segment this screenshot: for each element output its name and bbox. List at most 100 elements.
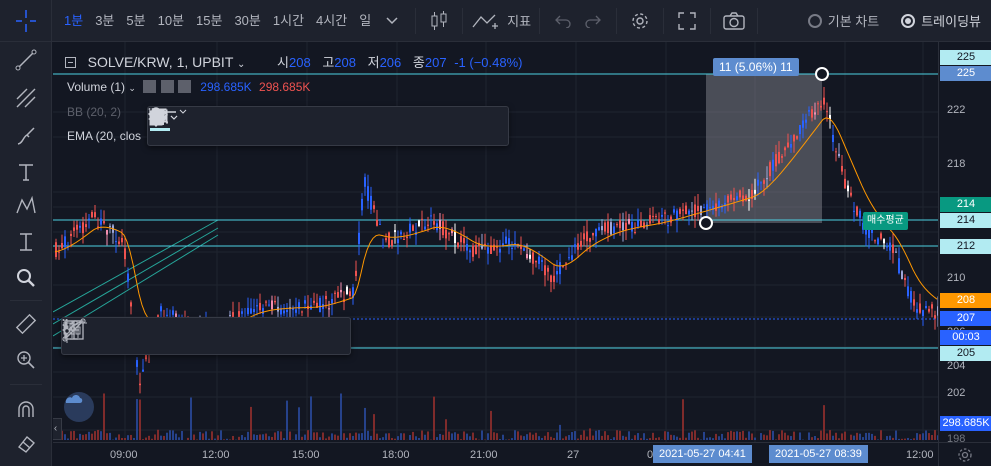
volume-bar — [433, 396, 435, 440]
timeframe-item[interactable]: 1분 — [58, 0, 89, 42]
volume-bar — [754, 437, 756, 440]
ruler-icon[interactable] — [12, 310, 40, 338]
volume-bar — [175, 433, 177, 440]
timeframe-item[interactable]: 30분 — [228, 0, 266, 42]
volume-bar — [418, 437, 420, 440]
chevron-down-icon[interactable]: ⌄ — [128, 83, 136, 93]
date-price-range-icon[interactable] — [64, 318, 274, 354]
settings-gear-icon[interactable] — [625, 6, 655, 36]
clone-icon[interactable] — [149, 108, 394, 144]
volume-bar — [634, 435, 636, 440]
pitchfork-icon[interactable] — [12, 84, 40, 112]
chart-mode-tradingview-radio[interactable]: 트레이딩뷰 — [901, 11, 981, 30]
arc-icon[interactable] — [62, 318, 194, 354]
zoom-in-icon[interactable] — [12, 346, 40, 374]
lock-icon[interactable] — [150, 107, 432, 144]
measure-end-handle[interactable] — [815, 67, 829, 81]
measure-range-box[interactable] — [706, 74, 822, 223]
eye-icon[interactable] — [143, 80, 157, 93]
time-axis[interactable]: 09:00 12:00 15:00 18:00 21:00 27 0 12:00… — [53, 442, 938, 466]
volume-bar — [703, 431, 705, 440]
pattern-icon[interactable] — [12, 192, 40, 220]
candle-body — [313, 300, 315, 303]
volume-bar — [133, 437, 135, 440]
magnet-icon[interactable] — [12, 396, 40, 424]
visual-order-icon[interactable] — [150, 108, 356, 144]
ema-indicator-label[interactable]: EMA (20, clos — [67, 129, 141, 143]
close-icon[interactable] — [177, 80, 191, 93]
high-label: 고 — [322, 55, 335, 70]
volume-bar — [328, 436, 330, 440]
indicators-button[interactable]: 지표 — [471, 11, 531, 31]
eraser-icon[interactable] — [12, 430, 40, 458]
candle-body — [538, 256, 540, 264]
volume-bar — [157, 429, 159, 440]
redo-icon[interactable] — [578, 6, 608, 36]
collapse-icon[interactable] — [65, 57, 76, 68]
time-tick: 09:00 — [110, 449, 138, 461]
gear-icon[interactable] — [150, 108, 318, 144]
candle-body — [820, 105, 822, 108]
volume-bar — [787, 435, 789, 440]
price-chart[interactable]: 11 (5.06%) 11 매수평균 SOLVE/KRW, 1, UPBIT ⌄… — [53, 42, 938, 442]
trendline-icon[interactable] — [62, 318, 154, 354]
timeframe-item[interactable]: 5분 — [120, 0, 151, 42]
volume-bar — [739, 431, 741, 440]
undo-icon[interactable] — [548, 6, 578, 36]
measure-start-handle[interactable] — [699, 216, 713, 230]
candle-body — [334, 292, 336, 294]
price-axis[interactable]: 225 222 218 214 212 210 206 204 202 198 … — [938, 42, 991, 445]
bars-pattern-icon[interactable] — [63, 318, 314, 354]
divider — [10, 300, 42, 301]
candle-body — [688, 210, 690, 215]
gear-icon[interactable] — [939, 443, 991, 466]
volume-bar — [556, 432, 558, 440]
timeframe-item[interactable]: 4시간 — [310, 0, 353, 42]
trendline-icon[interactable] — [12, 46, 40, 74]
crosshair-menu-icon[interactable] — [0, 0, 52, 42]
volume-bar — [88, 431, 90, 440]
gear-icon[interactable] — [160, 80, 174, 93]
timeframe-item[interactable]: 3분 — [89, 0, 120, 42]
candle-type-icon[interactable] — [424, 6, 454, 36]
volume-bar — [85, 434, 87, 440]
price-range-icon[interactable] — [66, 318, 234, 354]
candle-body — [271, 300, 273, 310]
timeframe-item[interactable]: 15분 — [190, 0, 228, 42]
volume-bar — [769, 430, 771, 440]
brush-icon[interactable] — [12, 122, 40, 150]
camera-icon[interactable] — [719, 6, 749, 36]
eye-icon[interactable] — [148, 108, 470, 144]
timeframe-item[interactable]: 1시간 — [267, 0, 310, 42]
fullscreen-icon[interactable] — [672, 6, 702, 36]
measure-icon[interactable] — [12, 228, 40, 256]
timeframe-item[interactable]: 일 — [353, 0, 377, 42]
chart-canvas[interactable] — [53, 42, 938, 442]
fill-color-bucket-icon[interactable] — [150, 108, 236, 144]
volume-indicator-label[interactable]: Volume (1) — [67, 80, 125, 94]
volume-bar — [109, 432, 111, 440]
line-style-icon[interactable] — [150, 108, 282, 144]
volume-bar — [694, 430, 696, 440]
collapse-sidebar-icon[interactable]: ‹ — [53, 418, 62, 440]
chart-mode-label: 트레이딩뷰 — [921, 14, 981, 29]
zoom-icon[interactable] — [12, 264, 40, 292]
trash-icon[interactable] — [149, 108, 508, 144]
candle-body — [274, 300, 276, 303]
bb-indicator-label[interactable]: BB (20, 2) — [67, 105, 121, 119]
cloud-logo-icon[interactable] — [64, 392, 94, 422]
symbol-title[interactable]: SOLVE/KRW, 1, UPBIT — [88, 54, 234, 70]
chevron-down-icon[interactable] — [377, 6, 407, 36]
candle-body — [529, 254, 531, 259]
measure-end-time-label: 2021-05-27 08:39 — [769, 445, 868, 463]
volume-bar — [232, 435, 234, 440]
timeframe-item[interactable]: 10분 — [152, 0, 190, 42]
chart-mode-basic-radio[interactable]: 기본 차트 — [807, 11, 879, 30]
candle-body — [931, 304, 933, 309]
vertical-line-icon[interactable] — [64, 318, 350, 354]
chart-settings-corner[interactable] — [938, 442, 991, 466]
volume-bar — [910, 439, 912, 440]
chevron-down-icon[interactable]: ⌄ — [237, 59, 245, 70]
text-icon[interactable] — [12, 158, 40, 186]
candle-body — [535, 260, 537, 263]
